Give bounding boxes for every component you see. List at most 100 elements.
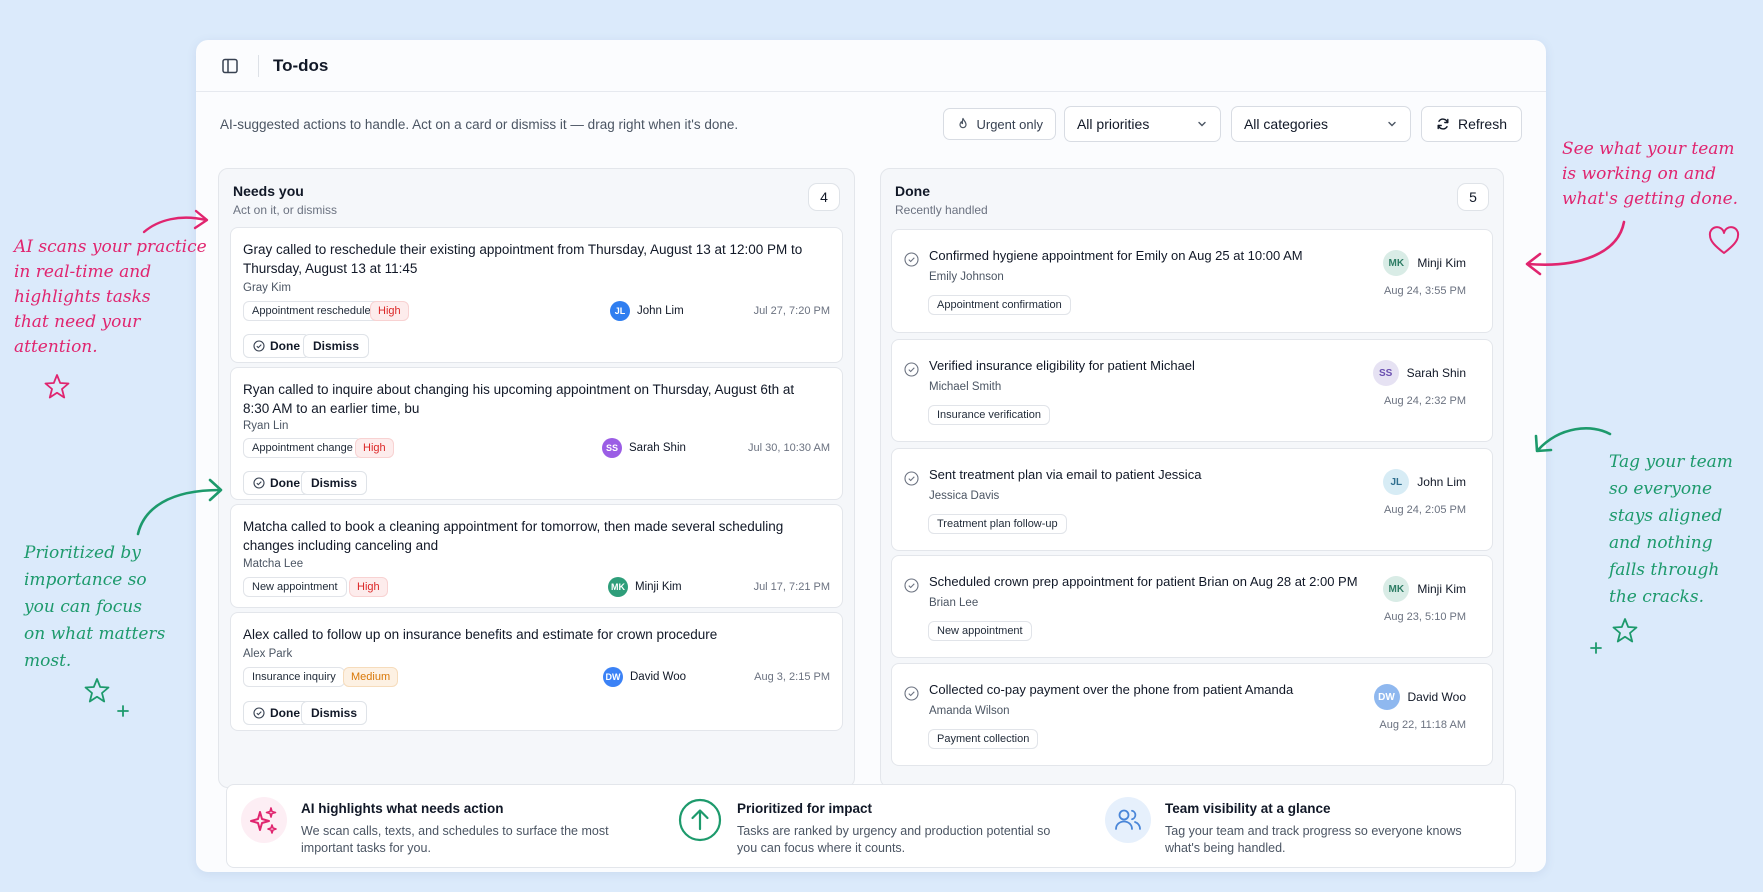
avatar: SS [1372,360,1399,386]
arrow-right-icon [136,478,223,536]
dismiss-button[interactable]: Dismiss [303,334,370,358]
star-icon [44,374,70,399]
assignee[interactable]: MK Minji Kim [1383,576,1466,602]
dismiss-button[interactable]: Dismiss [301,471,368,495]
avatar: JL [1383,469,1410,495]
category-tag: Appointment change [243,438,362,458]
done-button[interactable]: Done [243,471,310,495]
feature-title: Team visibility at a glance [1165,801,1331,816]
assignee[interactable]: SS Sarah Shin [1372,360,1466,386]
page-subtitle: AI-suggested actions to handle. Act on a… [220,116,739,132]
done-card-time: Aug 22, 11:18 AM [1379,719,1466,731]
done-column: Done Recently handled 5 Confirmed hygien… [880,168,1504,788]
check-circle-icon [904,686,919,701]
done-card-time: Aug 24, 3:55 PM [1384,285,1466,297]
done-card-person: Emily Johnson [929,271,1004,283]
assignee[interactable]: MK Minji Kim [608,577,682,597]
priority-badge: High [349,577,388,597]
arrow-left-icon [1534,427,1612,453]
toolbar: AI-suggested actions to handle. Act on a… [196,92,1546,156]
todos-window: To-dos AI-suggested actions to handle. A… [196,40,1546,872]
annotation-line: so everyone [1609,479,1713,499]
annotation-line: that need your [14,312,141,332]
done-button-label: Done [270,476,300,490]
done-button[interactable]: Done [243,701,310,725]
done-card[interactable]: Confirmed hygiene appointment for Emily … [891,229,1493,333]
todo-card[interactable]: Ryan called to inquire about changing hi… [230,367,843,500]
done-card[interactable]: Scheduled crown prep appointment for pat… [891,555,1493,658]
feature-strip: AI highlights what needs action We scan … [226,784,1516,868]
todo-card-person: Matcha Lee [243,558,304,570]
priority-badge: High [355,438,394,458]
check-circle-icon [253,477,265,489]
done-subtitle: Recently handled [895,203,988,217]
assignee-name: Sarah Shin [1406,366,1466,380]
category-tag: New appointment [243,577,347,597]
assignee-name: Minji Kim [1417,256,1466,270]
heart-icon [1708,226,1740,254]
todo-card[interactable]: Gray called to reschedule their existing… [230,227,843,363]
annotation-line: falls through [1609,560,1720,580]
priority-badge: Medium [343,667,399,687]
feature-title: AI highlights what needs action [301,801,504,816]
urgent-only-label: Urgent only [976,116,1043,132]
done-button[interactable]: Done [243,334,310,358]
check-circle-icon [904,578,919,593]
todo-card[interactable]: Matcha called to book a cleaning appoint… [230,504,843,608]
assignee[interactable]: MK Minji Kim [1383,250,1466,276]
avatar: MK [1383,576,1410,602]
assignee[interactable]: SS Sarah Shin [602,438,686,458]
done-card[interactable]: Collected co-pay payment over the phone … [891,663,1493,766]
category-tag: Insurance inquiry [243,667,345,687]
arrow-right-icon [142,209,209,234]
done-button-label: Done [270,339,300,353]
arrow-up-circle-icon [677,797,723,843]
avatar: SS [602,438,622,458]
annotation-line: Prioritized by [24,543,141,563]
sidebar-toggle-icon[interactable] [220,56,240,76]
done-card-text: Verified insurance eligibility for patie… [929,358,1195,373]
done-card[interactable]: Verified insurance eligibility for patie… [891,339,1493,442]
assignee[interactable]: DW David Woo [603,667,686,687]
done-card-text: Confirmed hygiene appointment for Emily … [929,248,1303,263]
refresh-icon [1437,118,1449,130]
urgent-only-button[interactable]: Urgent only [943,108,1056,140]
annotation-team-work: See what your team is working on and wha… [1562,137,1738,212]
check-circle-icon [904,252,919,267]
todo-card-text: Alex called to follow up on insurance be… [243,627,718,642]
needs-you-column: Needs you Act on it, or dismiss 4 Gray c… [218,168,855,788]
todo-card-time: Jul 30, 10:30 AM [748,442,830,454]
annotation-line: on what matters [24,624,166,644]
category-tag: New appointment [928,621,1032,641]
category-filter-select[interactable]: All categories [1230,106,1411,142]
category-tag: Appointment confirmation [928,295,1071,315]
top-bar: To-dos [196,40,1546,92]
done-card[interactable]: Sent treatment plan via email to patient… [891,448,1493,551]
category-tag: Appointment reschedule [243,301,380,321]
todo-card-time: Jul 27, 7:20 PM [753,305,830,317]
todo-card-time: Aug 3, 2:15 PM [754,671,830,683]
todo-card-person: Alex Park [243,648,293,660]
priority-filter-value: All priorities [1076,116,1150,132]
assignee-name: Minji Kim [635,581,682,593]
assignee[interactable]: JL John Lim [610,301,684,321]
assignee-name: Minji Kim [1417,582,1466,596]
annotation-line: you can focus [24,597,142,617]
priority-filter-select[interactable]: All priorities [1063,106,1221,142]
assignee[interactable]: JL John Lim [1383,469,1466,495]
annotation-tag-team: Tag your team so everyone stays aligned … [1609,449,1733,611]
star-icon [1612,618,1638,643]
category-filter-value: All categories [1243,116,1329,132]
todo-card[interactable]: Alex called to follow up on insurance be… [230,612,843,731]
star-icon [84,678,110,703]
annotation-line: attention. [14,337,98,357]
dismiss-button[interactable]: Dismiss [301,701,368,725]
assignee[interactable]: DW David Woo [1373,684,1466,710]
annotation-prioritized: Prioritized by importance so you can foc… [24,540,165,675]
feature-title: Prioritized for impact [737,801,873,816]
annotation-line: importance so [24,570,147,590]
assignee-name: John Lim [637,305,684,317]
category-tag: Payment collection [928,729,1039,749]
done-header: Done Recently handled 5 [881,169,1503,227]
refresh-button[interactable]: Refresh [1420,106,1522,142]
